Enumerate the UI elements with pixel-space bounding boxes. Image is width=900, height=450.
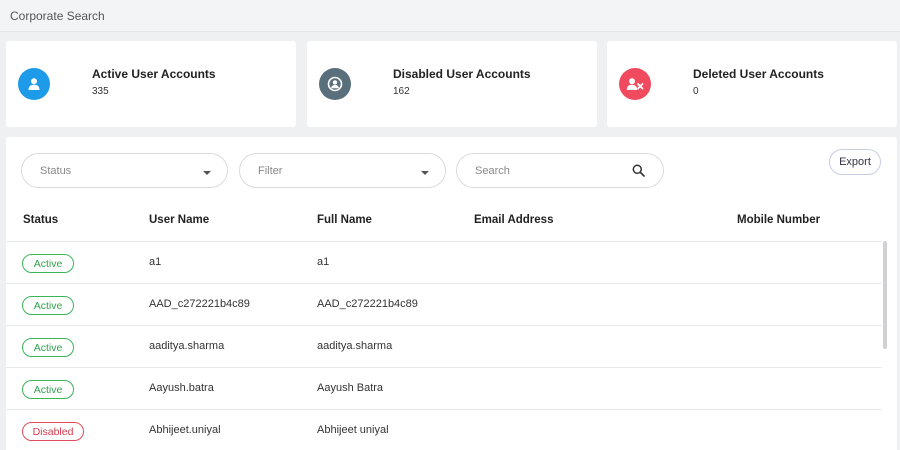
- user-name-cell: Aayush.batra: [149, 382, 214, 394]
- table-row[interactable]: Active AAD_c272221b4c89 AAD_c272221b4c89: [6, 283, 886, 325]
- status-dropdown[interactable]: Status: [21, 153, 228, 188]
- deleted-accounts-card[interactable]: Deleted User Accounts 0: [607, 41, 897, 127]
- page-title: Corporate Search: [10, 9, 105, 23]
- user-x-icon: [619, 68, 651, 100]
- full-name-cell: a1: [317, 256, 330, 268]
- status-dropdown-label: Status: [40, 165, 72, 177]
- card-label: Deleted User Accounts: [693, 67, 824, 81]
- filter-dropdown-label: Filter: [258, 165, 283, 177]
- table-row[interactable]: Disabled Abhijeet.uniyal Abhijeet uniyal: [6, 409, 886, 450]
- status-badge: Active: [22, 380, 74, 399]
- status-badge: Active: [22, 338, 74, 357]
- user-circle-icon: [319, 68, 351, 100]
- user-name-cell: a1: [149, 256, 162, 268]
- card-count: 162: [393, 86, 410, 97]
- disabled-accounts-card[interactable]: Disabled User Accounts 162: [307, 41, 597, 127]
- column-header-user-name[interactable]: User Name: [149, 214, 209, 226]
- full-name-cell: Abhijeet uniyal: [317, 424, 389, 436]
- chevron-down-icon: [421, 171, 429, 175]
- column-header-mobile[interactable]: Mobile Number: [737, 214, 820, 226]
- user-name-cell: AAD_c272221b4c89: [149, 298, 250, 310]
- table-row[interactable]: Active aaditya.sharma aaditya.sharma: [6, 325, 886, 367]
- active-accounts-card[interactable]: Active User Accounts 335: [6, 41, 296, 127]
- status-badge: Active: [22, 296, 74, 315]
- chevron-down-icon: [203, 171, 211, 175]
- scrollbar-thumb[interactable]: [883, 241, 887, 349]
- full-name-cell: AAD_c272221b4c89: [317, 298, 418, 310]
- card-count: 0: [693, 86, 699, 97]
- user-icon: [18, 68, 50, 100]
- card-label: Active User Accounts: [92, 67, 216, 81]
- search-placeholder: Search: [475, 165, 510, 177]
- table-row[interactable]: Active Aayush.batra Aayush Batra: [6, 367, 886, 409]
- table-row[interactable]: Active a1 a1: [6, 241, 886, 283]
- card-label: Disabled User Accounts: [393, 67, 531, 81]
- search-icon[interactable]: [632, 164, 645, 182]
- top-bar: Corporate Search: [0, 0, 900, 32]
- status-badge: Disabled: [22, 422, 84, 441]
- export-button[interactable]: Export: [829, 149, 881, 175]
- status-badge: Active: [22, 254, 74, 273]
- full-name-cell: aaditya.sharma: [317, 340, 393, 352]
- filter-dropdown[interactable]: Filter: [239, 153, 446, 188]
- results-panel: Status Filter Search Export Status User …: [6, 137, 897, 450]
- user-name-cell: Abhijeet.uniyal: [149, 424, 221, 436]
- column-header-email[interactable]: Email Address: [474, 214, 553, 226]
- card-count: 335: [92, 86, 109, 97]
- full-name-cell: Aayush Batra: [317, 382, 384, 394]
- search-input[interactable]: Search: [456, 153, 664, 188]
- column-header-status[interactable]: Status: [23, 214, 58, 226]
- user-name-cell: aaditya.sharma: [149, 340, 225, 352]
- column-header-full-name[interactable]: Full Name: [317, 214, 372, 226]
